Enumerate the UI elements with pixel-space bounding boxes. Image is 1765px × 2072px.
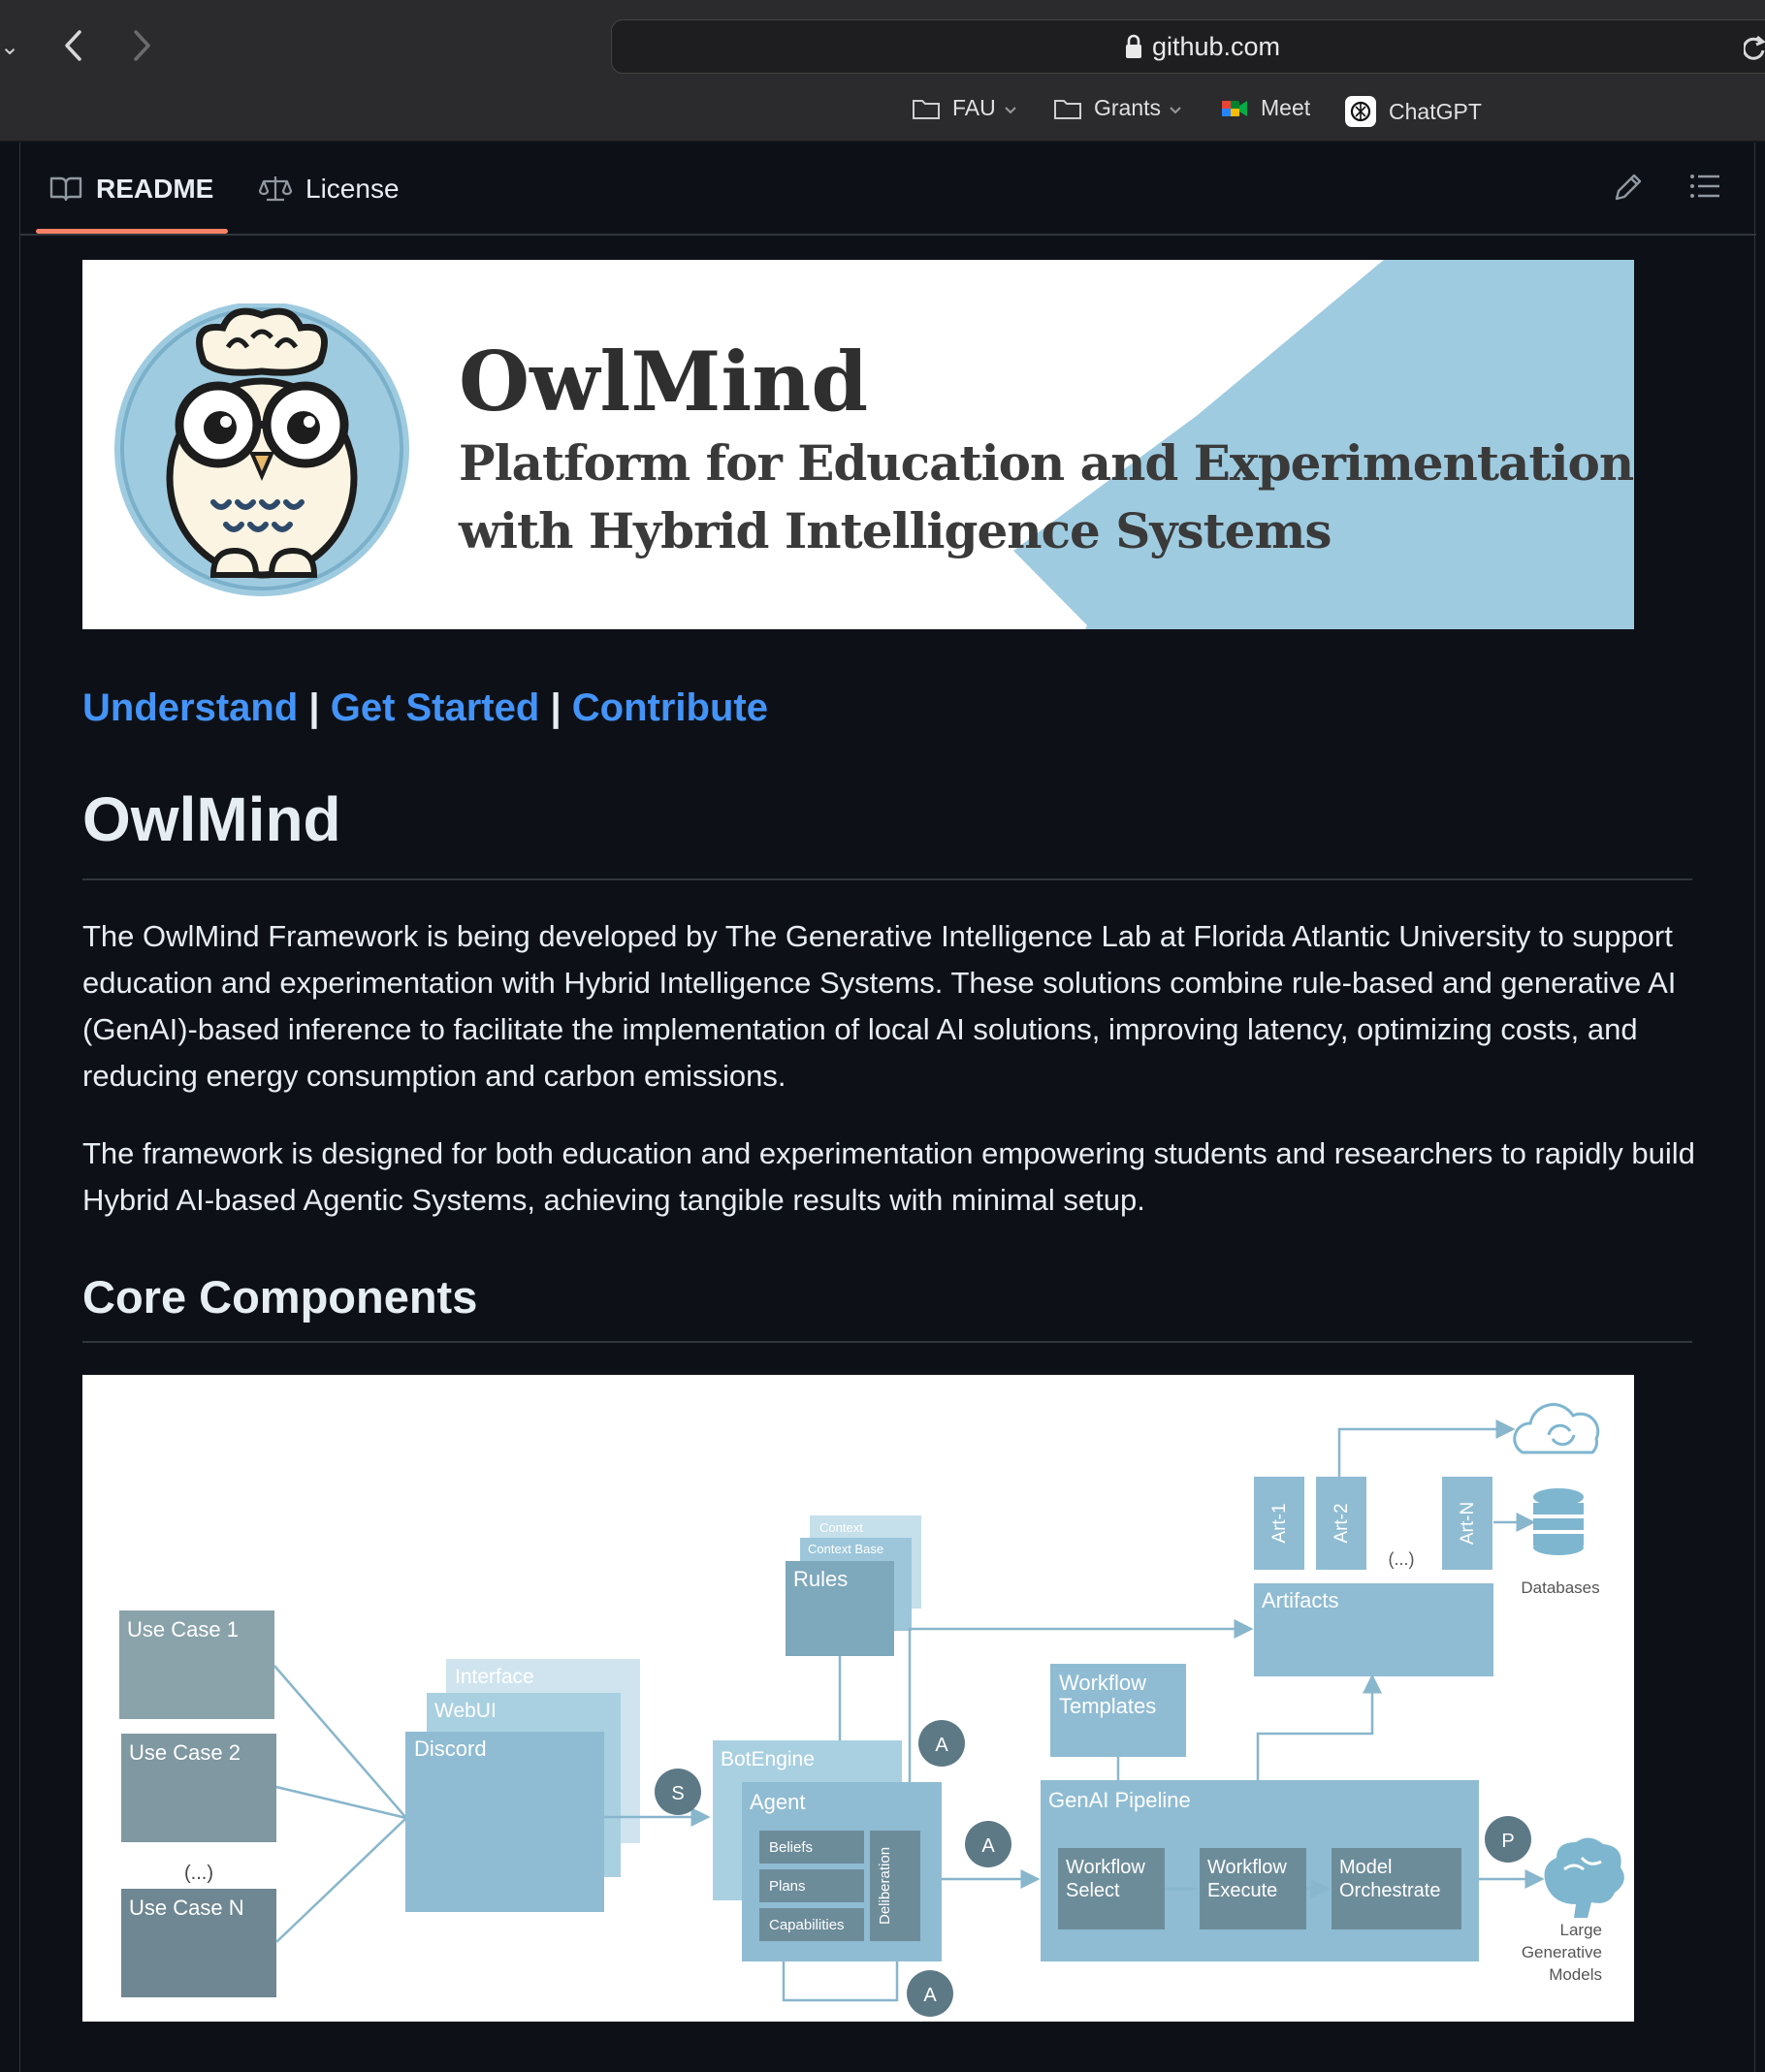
interface-label: Interface bbox=[455, 1666, 534, 1688]
databases-label: Databases bbox=[1521, 1578, 1599, 1597]
bookmark-label: Meet bbox=[1261, 95, 1311, 120]
tab-readme[interactable]: README bbox=[49, 166, 213, 212]
bookmark-label: FAU bbox=[952, 95, 996, 120]
cloud-sync-icon bbox=[1513, 1403, 1600, 1454]
section-title-core-components: Core Components bbox=[82, 1271, 478, 1323]
capabilities-label: Capabilities bbox=[769, 1917, 845, 1933]
webui-label: WebUI bbox=[434, 1700, 497, 1722]
section-divider bbox=[82, 1341, 1692, 1343]
use-case-label: Use Case 1 bbox=[127, 1617, 239, 1642]
bookmark-meet[interactable]: Meet bbox=[1220, 95, 1310, 121]
tab-readme-label: README bbox=[96, 174, 214, 204]
rules-label: Rules bbox=[793, 1567, 848, 1591]
bookmark-chatgpt[interactable]: ChatGPT bbox=[1344, 95, 1482, 128]
banner-subtitle-line1: Platform for Education and Experimentati… bbox=[459, 434, 1634, 492]
edit-pencil-icon[interactable] bbox=[1611, 172, 1644, 209]
owlmind-banner: OwlMind Platform for Education and Exper… bbox=[82, 260, 1634, 629]
workflow-templates-label: Workflow Templates bbox=[1059, 1671, 1156, 1718]
core-components-diagram: Use Case 1 Use Case 2 (...) Use Case N I… bbox=[82, 1375, 1634, 2022]
svg-text:Art-1: Art-1 bbox=[1269, 1503, 1290, 1543]
context-stack: Context Context Base Rules bbox=[786, 1515, 921, 1656]
page-title: OwlMind bbox=[82, 784, 341, 854]
use-case-ellipsis: (...) bbox=[184, 1863, 213, 1884]
address-bar[interactable]: github.com bbox=[611, 19, 1765, 74]
law-scale-icon bbox=[259, 176, 292, 202]
intro-paragraph: The OwlMind Framework is being developed… bbox=[82, 919, 1677, 1093]
svg-text:Context: Context bbox=[819, 1520, 863, 1535]
svg-text:(...): (...) bbox=[1389, 1549, 1415, 1569]
table-of-contents-icon[interactable] bbox=[1688, 172, 1721, 206]
use-case-2: Use Case 2 bbox=[121, 1734, 276, 1842]
sidebar-chevron-icon[interactable]: ⌄ bbox=[0, 33, 19, 61]
banner-subtitle-line2: with Hybrid Intelligence Systems bbox=[459, 502, 1332, 559]
contribute-link[interactable]: Contribute bbox=[572, 686, 768, 729]
svg-text:Context Base: Context Base bbox=[808, 1542, 883, 1556]
bookmark-label: Grants bbox=[1094, 95, 1162, 120]
link-separator: | bbox=[550, 686, 562, 729]
banner-title: OwlMind bbox=[459, 334, 869, 430]
svg-text:Art-2: Art-2 bbox=[1332, 1503, 1352, 1543]
chevron-down-icon bbox=[1004, 95, 1029, 121]
svg-text:A: A bbox=[923, 1985, 937, 2006]
botengine-label: BotEngine bbox=[721, 1748, 815, 1770]
svg-text:Art-N: Art-N bbox=[1458, 1502, 1478, 1545]
back-button[interactable] bbox=[54, 21, 93, 70]
artifacts-label: Artifacts bbox=[1262, 1588, 1338, 1612]
forward-arrow-icon bbox=[134, 30, 150, 61]
url-text: github.com bbox=[1151, 31, 1281, 61]
marker-p: P bbox=[1501, 1831, 1514, 1852]
browser-toolbar: ⌄ github.com FAU Grants Meet ChatGPT bbox=[0, 0, 1765, 142]
back-arrow-icon bbox=[65, 30, 81, 61]
beliefs-label: Beliefs bbox=[769, 1839, 813, 1856]
plans-label: Plans bbox=[769, 1878, 806, 1895]
reload-icon[interactable] bbox=[1742, 33, 1765, 67]
google-meet-icon bbox=[1222, 100, 1247, 116]
models-label: Large Generative Models bbox=[1522, 1921, 1602, 1984]
marker-s: S bbox=[671, 1783, 684, 1804]
book-icon bbox=[49, 176, 82, 202]
forward-button[interactable] bbox=[122, 21, 161, 70]
interface-stack: Interface WebUI Discord bbox=[405, 1659, 640, 1912]
get-started-link[interactable]: Get Started bbox=[331, 686, 540, 729]
database-icon bbox=[1533, 1488, 1584, 1555]
folder-icon bbox=[913, 99, 940, 119]
chevron-down-icon bbox=[1169, 95, 1194, 121]
readme-tabbar: README License bbox=[20, 143, 1756, 236]
use-case-label: Use Case 2 bbox=[129, 1740, 241, 1765]
heading-divider bbox=[82, 878, 1692, 880]
tab-license[interactable]: License bbox=[259, 166, 400, 212]
use-case-n: Use Case N bbox=[121, 1889, 276, 1997]
bookmark-grants[interactable]: Grants bbox=[1053, 95, 1194, 121]
lock-icon bbox=[1125, 34, 1141, 58]
deliberation-label: Deliberation bbox=[877, 1847, 893, 1925]
svg-text:A: A bbox=[935, 1735, 948, 1756]
use-case-label: Use Case N bbox=[129, 1896, 244, 1920]
genai-pipeline-label: GenAI Pipeline bbox=[1048, 1788, 1191, 1812]
folder-icon bbox=[1054, 99, 1081, 119]
understand-link[interactable]: Understand bbox=[82, 686, 298, 729]
owl-logo-icon bbox=[114, 303, 409, 596]
agent-label: Agent bbox=[750, 1790, 806, 1814]
use-case-1: Use Case 1 bbox=[119, 1610, 274, 1719]
bookmark-fau[interactable]: FAU bbox=[912, 95, 1029, 121]
bookmark-label: ChatGPT bbox=[1389, 98, 1482, 124]
brain-icon bbox=[1544, 1837, 1624, 1918]
svg-text:A: A bbox=[981, 1835, 995, 1857]
quick-links: Understand | Get Started | Contribute bbox=[82, 686, 768, 730]
framework-paragraph: The framework is designed for both educa… bbox=[82, 1136, 1695, 1217]
chatgpt-icon bbox=[1345, 96, 1376, 127]
link-separator: | bbox=[308, 686, 320, 729]
active-tab-indicator bbox=[36, 229, 228, 234]
discord-label: Discord bbox=[414, 1737, 487, 1761]
tab-license-label: License bbox=[305, 174, 400, 204]
